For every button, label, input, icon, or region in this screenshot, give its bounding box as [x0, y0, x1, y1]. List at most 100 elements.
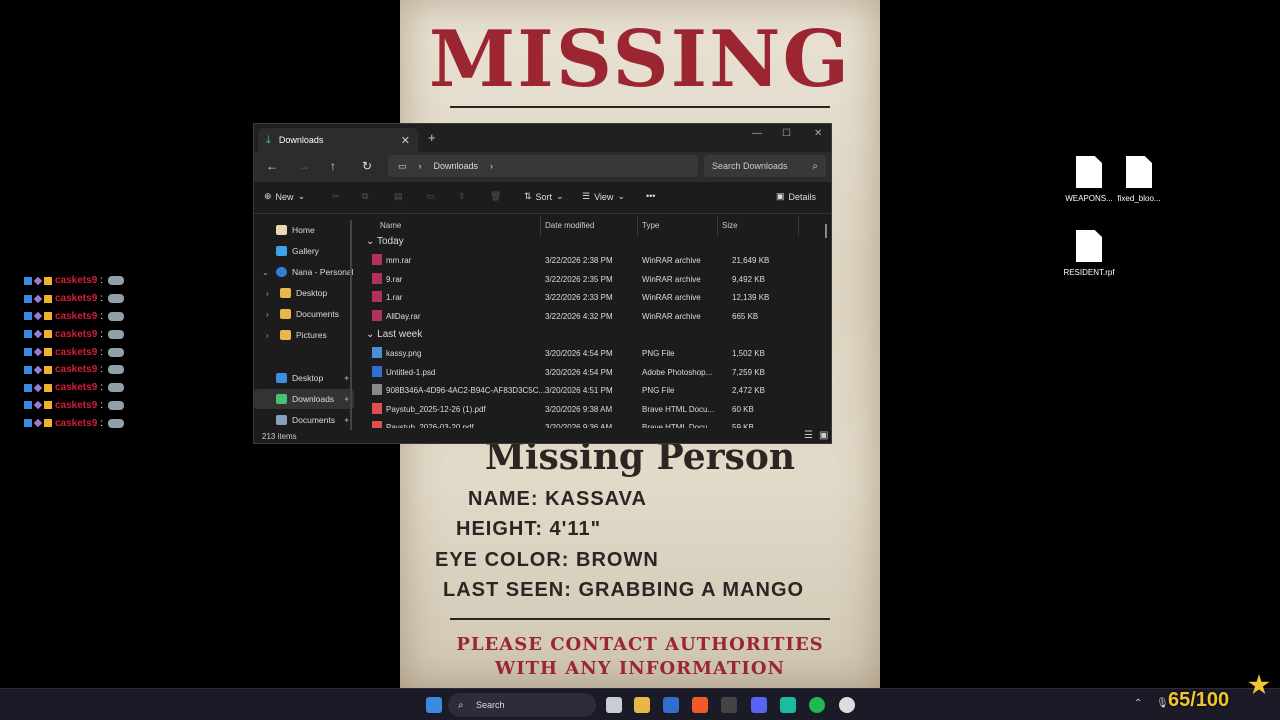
emote-icon — [108, 276, 125, 286]
file-name: mm.rar — [386, 256, 412, 265]
poster-contact-line1: PLEASE CONTACT AUTHORITIES — [456, 634, 824, 655]
poster-name: NAME: KASSAVA — [468, 488, 647, 510]
emote-icon — [108, 418, 125, 428]
file-size: 7,259 KB — [732, 367, 765, 377]
file-date: 3/22/2026 2:35 PM — [545, 274, 613, 284]
file-type: WinRAR archive — [642, 274, 701, 284]
file-name: Untitled-1.psd — [386, 367, 436, 377]
chat-colon: : — [100, 417, 104, 429]
emote-icon — [108, 400, 125, 410]
file-type: Brave HTML Docu... — [642, 404, 715, 414]
file-explorer-icon[interactable] — [634, 697, 650, 713]
chat-username: caskets9 — [55, 328, 98, 340]
task-view-icon[interactable] — [606, 697, 622, 713]
file-type: WinRAR archive — [642, 293, 701, 303]
capcut-icon[interactable] — [721, 697, 737, 713]
badge-icon — [44, 276, 52, 285]
poster-eye-color: EYE COLOR: BROWN — [435, 549, 659, 571]
file-row[interactable]: Paystub_2025-12-26 (1).pdf 3/20/2026 9:38… — [364, 400, 824, 418]
badge-icon — [24, 383, 32, 392]
badge-icon — [44, 312, 52, 321]
badge-icon — [24, 401, 32, 410]
tiles-view-icon[interactable]: ▣ — [819, 430, 828, 441]
badge-icon — [44, 419, 52, 428]
brave-browser-icon[interactable] — [692, 697, 708, 713]
microphone-icon[interactable]: 🎙 — [1156, 698, 1169, 709]
badge-icon — [44, 401, 52, 410]
chat-username: caskets9 — [55, 346, 98, 358]
chat-colon: : — [100, 346, 104, 358]
chat-message: caskets9: — [24, 308, 125, 326]
chat-colon: : — [100, 275, 104, 287]
badge-icon — [33, 312, 43, 321]
store-icon[interactable] — [663, 697, 679, 713]
file-type: WinRAR archive — [642, 256, 701, 265]
emote-icon — [108, 294, 125, 304]
file-row[interactable]: Paystub_2026-03-20.pdf 3/20/2026 9:36 AM B… — [364, 418, 824, 428]
file-size: 12,139 KB — [732, 293, 770, 303]
scrollbar-thumb[interactable] — [825, 224, 827, 238]
discord-icon[interactable] — [751, 697, 767, 713]
stream-counter: 65/100 — [1168, 689, 1230, 711]
tray-chevron-up-icon[interactable]: ⌃ — [1134, 698, 1142, 709]
emote-icon — [108, 383, 125, 393]
file-type: PNG File — [642, 349, 675, 358]
badge-icon — [44, 330, 52, 339]
badge-icon — [44, 294, 52, 303]
file-list: mm.rar 3/22/2026 2:38 PM WinRAR archive 21,… — [254, 124, 831, 428]
obs-icon[interactable] — [839, 697, 855, 713]
file-row[interactable]: 908B346A-4D96-4AC2-B94C-AF83D3C5C... 3/20… — [364, 381, 824, 399]
poster-divider-bottom — [450, 618, 830, 620]
chat-message: caskets9: — [24, 361, 125, 379]
chat-message: caskets9: — [24, 325, 125, 343]
archive-icon — [372, 291, 382, 303]
file-row[interactable]: Untitled-1.psd 3/20/2026 4:54 PM Adobe Pho… — [364, 363, 824, 381]
badge-icon — [33, 383, 43, 392]
badge-icon — [24, 276, 32, 285]
poster-height: HEIGHT: 4'11" — [456, 518, 602, 540]
file-name: 908B346A-4D96-4AC2-B94C-AF83D3C5C... — [386, 386, 546, 396]
taskbar-search-label: Search — [476, 700, 505, 710]
file-size: 2,472 KB — [732, 386, 765, 396]
file-date: 3/20/2026 4:54 PM — [545, 367, 613, 377]
badge-icon — [33, 276, 43, 286]
file-date: 3/22/2026 2:33 PM — [545, 293, 613, 303]
badge-icon — [33, 419, 43, 428]
start-windows-icon[interactable] — [426, 697, 442, 713]
badge-icon — [24, 312, 32, 321]
chat-colon: : — [100, 293, 104, 305]
file-row[interactable]: kassy.png 3/20/2026 4:54 PM PNG File 1,502 … — [364, 344, 824, 362]
chat-message: caskets9: — [24, 414, 125, 432]
desktop-file-label: RESIDENT.rpf — [1063, 268, 1115, 277]
taskbar-search[interactable]: ⌕ Search — [448, 693, 596, 717]
file-explorer-window: ⤓ Downloads ✕ + — ☐ ✕ ← → ↑ ↻ ▭ › Downlo… — [253, 123, 832, 444]
file-icon — [372, 365, 382, 377]
file-name: 9.rar — [386, 274, 403, 284]
emote-icon — [108, 365, 125, 375]
badge-icon — [24, 365, 32, 374]
file-row[interactable]: 1.rar 3/22/2026 2:33 PM WinRAR archive 12,1… — [364, 288, 824, 306]
status-bar: 213 items ☰ ▣ — [254, 428, 831, 444]
chat-colon: : — [100, 328, 104, 340]
details-view-icon[interactable]: ☰ — [804, 430, 813, 441]
chat-message: caskets9: — [24, 397, 125, 415]
poster-last-seen: LAST SEEN: GRABBING A MANGO — [443, 579, 805, 601]
file-name: AllDay.rar — [386, 311, 421, 321]
file-name: Paystub_2025-12-26 (1).pdf — [386, 404, 486, 414]
badge-icon — [33, 347, 43, 357]
chat-message: caskets9: — [24, 272, 125, 290]
file-date: 3/20/2026 4:51 PM — [545, 386, 613, 396]
file-row[interactable]: 9.rar 3/22/2026 2:35 PM WinRAR archive 9,49… — [364, 270, 824, 288]
spotify-icon[interactable] — [809, 697, 825, 713]
desktop-file-fixed-blood[interactable]: fixed_bloo... — [1106, 156, 1172, 203]
app-icon[interactable] — [780, 697, 796, 713]
chat-colon: : — [100, 364, 104, 376]
desktop-file-resident[interactable]: RESIDENT.rpf — [1056, 230, 1122, 277]
file-date: 3/20/2026 9:38 AM — [545, 404, 613, 414]
chat-username: caskets9 — [55, 310, 98, 322]
chat-colon: : — [100, 310, 104, 322]
archive-icon — [372, 309, 382, 321]
file-row[interactable]: AllDay.rar 3/22/2026 4:32 PM WinRAR archiv… — [364, 307, 824, 325]
poster-contact-line2: WITH ANY INFORMATION — [495, 658, 785, 679]
file-row[interactable]: mm.rar 3/22/2026 2:38 PM WinRAR archive 21,… — [364, 251, 824, 269]
